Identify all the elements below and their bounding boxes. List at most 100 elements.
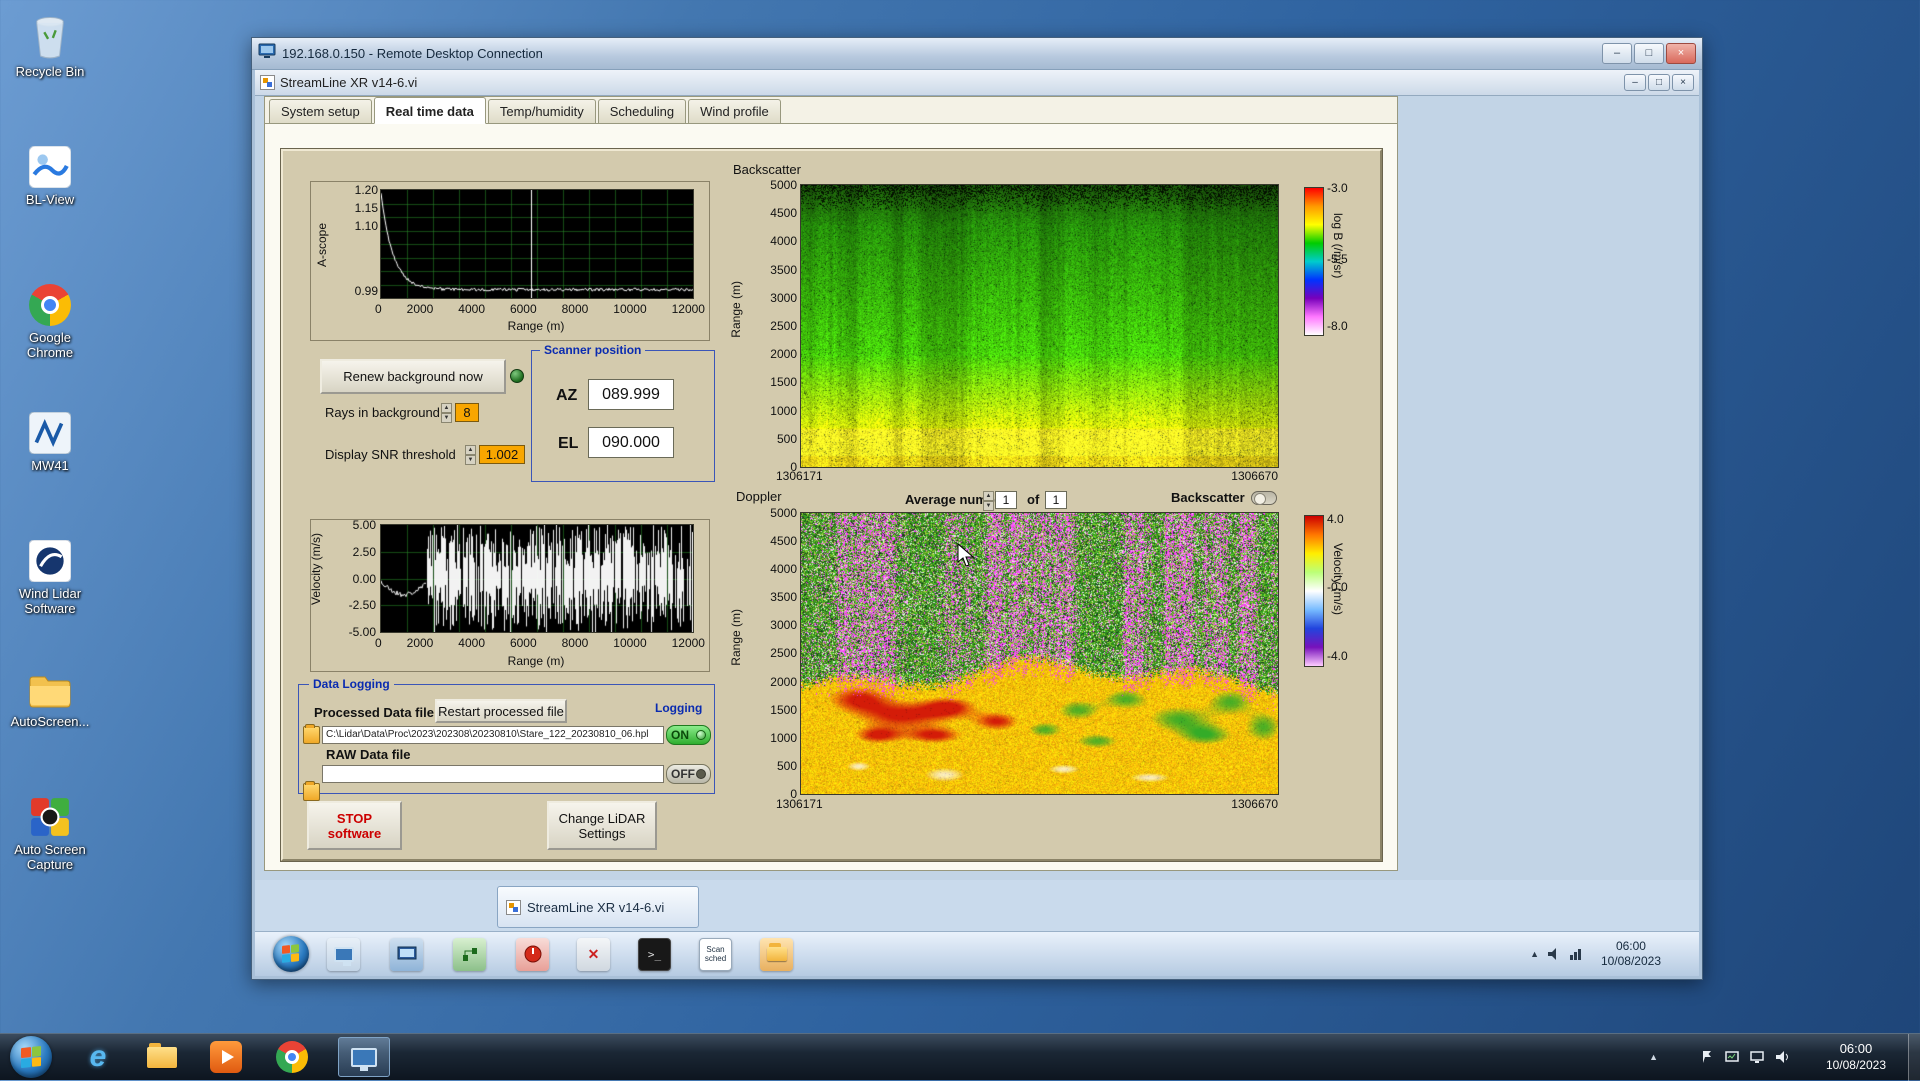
remote-computer-icon[interactable] [327, 938, 360, 971]
on-label: ON [671, 728, 689, 742]
desktop-icon-autoscreen[interactable]: AutoScreen... [8, 660, 92, 729]
tick-label: 4500 [770, 534, 797, 548]
app-minimize-button[interactable]: – [1624, 74, 1646, 91]
rdp-maximize-button[interactable]: □ [1634, 43, 1664, 64]
colorbar-tick: 4.0 [1327, 512, 1344, 526]
average-number-stepper[interactable]: ▲▼ [983, 491, 994, 509]
restart-processed-file-button[interactable]: Restart processed file [435, 699, 567, 723]
logging-label: Logging [651, 701, 706, 716]
tick-label: 8000 [562, 636, 589, 650]
tick-label: 2500 [770, 319, 797, 333]
chrome-taskbar-icon[interactable] [272, 1037, 312, 1077]
remote-files-icon[interactable] [760, 938, 793, 971]
vi-file-icon [260, 75, 275, 90]
snr-threshold-label: Display SNR threshold [325, 447, 456, 462]
remote-start-button[interactable] [273, 936, 309, 972]
rdp-close-button[interactable]: × [1666, 43, 1696, 64]
tick-label: 6000 [510, 636, 537, 650]
backscatter-ylabel: Range (m) [729, 281, 743, 338]
snr-value-field[interactable]: 1.002 [479, 445, 525, 464]
app-titlebar: StreamLine XR v14-6.vi – □ × [255, 70, 1699, 96]
tab-temp-humidity[interactable]: Temp/humidity [488, 99, 596, 123]
remote-session: StreamLine XR v14-6.vi – □ × System setu… [255, 70, 1699, 976]
backscatter-toggle-label: Backscatter [1171, 490, 1245, 505]
path-browse-icon[interactable] [303, 783, 320, 801]
ascope-ytick: 1.20 [338, 183, 378, 197]
tick-label: 12000 [672, 302, 705, 316]
app-close-button[interactable]: × [1672, 74, 1694, 91]
remote-display-icon[interactable] [390, 938, 423, 971]
backscatter-colorbar [1305, 188, 1323, 335]
tab-system-setup[interactable]: System setup [269, 99, 372, 123]
action-center-flag-icon[interactable] [1699, 1049, 1715, 1065]
tray-expand-icon[interactable]: ▲ [1649, 1052, 1658, 1062]
remote-desktop-taskbar-icon[interactable] [338, 1037, 390, 1077]
doppler-x-start: 1306171 [776, 797, 823, 811]
processed-logging-toggle[interactable]: ON [666, 725, 711, 745]
rays-value-field[interactable]: 8 [455, 403, 479, 422]
remote-power-icon[interactable] [516, 938, 549, 971]
desktop-icon-wind-lidar[interactable]: Wind Lidar Software [8, 532, 92, 616]
remote-clock-time: 06:00 [1601, 939, 1661, 954]
renew-background-button[interactable]: Renew background now [320, 359, 506, 394]
desktop-icon-bl-view[interactable]: BL-View [8, 138, 92, 207]
doppler-heatmap [801, 513, 1278, 794]
tab-wind-profile[interactable]: Wind profile [688, 99, 781, 123]
raw-logging-toggle[interactable]: OFF [666, 764, 711, 784]
change-lidar-settings-button[interactable]: Change LiDAR Settings [547, 801, 657, 850]
remote-taskbar-window-button[interactable]: StreamLine XR v14-6.vi [497, 886, 699, 928]
remote-clock[interactable]: 06:00 10/08/2023 [1601, 939, 1661, 969]
remote-volume-icon[interactable] [1547, 947, 1561, 961]
remote-clock-date: 10/08/2023 [1601, 954, 1661, 969]
remote-tray-expand-icon[interactable]: ▲ [1530, 949, 1539, 959]
desktop-icon-google-chrome[interactable]: Google Chrome [8, 276, 92, 360]
average-of-label: of [1027, 492, 1039, 507]
taskmgr-icon[interactable] [1724, 1049, 1740, 1065]
el-value-field[interactable]: 090.000 [588, 427, 674, 458]
remote-scan-sched-icon[interactable]: Scan sched [699, 938, 732, 971]
az-value-field[interactable]: 089.999 [588, 379, 674, 410]
path-browse-icon[interactable] [303, 726, 320, 744]
tick-label: 12000 [672, 636, 705, 650]
tick-label: 6000 [510, 302, 537, 316]
tick-label: 2000 [407, 636, 434, 650]
start-button[interactable] [10, 1036, 52, 1078]
app-maximize-button[interactable]: □ [1648, 74, 1670, 91]
remote-terminal-icon[interactable]: >_ [638, 938, 671, 971]
tick-label: 0.00 [353, 572, 376, 586]
internet-explorer-icon[interactable]: e [78, 1037, 118, 1077]
tick-label: 4000 [770, 562, 797, 576]
doppler-colorbar-label: Velocity (m/s) [1331, 543, 1345, 615]
desktop-icon-auto-screen-capture[interactable]: Auto Screen Capture [8, 788, 92, 872]
remote-network-tray-icon[interactable] [1569, 947, 1583, 961]
tick-label: 1500 [770, 703, 797, 717]
tab-real-time-data[interactable]: Real time data [374, 97, 486, 124]
file-explorer-icon[interactable] [142, 1037, 182, 1077]
average-of-field[interactable]: 1 [1045, 491, 1067, 509]
average-number-field[interactable]: 1 [995, 491, 1017, 509]
tick-label: 2000 [407, 302, 434, 316]
remote-network-icon[interactable] [453, 938, 486, 971]
network-tray-icon[interactable] [1749, 1049, 1765, 1065]
media-player-icon[interactable] [206, 1037, 246, 1077]
rays-stepper[interactable]: ▲▼ [441, 403, 452, 422]
volume-tray-icon[interactable] [1774, 1049, 1790, 1065]
backscatter-x-end: 1306670 [1223, 469, 1278, 483]
desktop-icon-recycle-bin[interactable]: Recycle Bin [8, 10, 92, 79]
host-clock[interactable]: 06:00 10/08/2023 [1826, 1041, 1886, 1073]
rdp-window: 192.168.0.150 - Remote Desktop Connectio… [251, 37, 1703, 980]
tab-scheduling[interactable]: Scheduling [598, 99, 686, 123]
snr-stepper[interactable]: ▲▼ [465, 445, 476, 464]
tick-label: 5000 [770, 506, 797, 520]
stop-software-button[interactable]: STOP software [307, 801, 402, 850]
processed-path-field[interactable]: C:\Lidar\Data\Proc\2023\202308\20230810\… [322, 726, 664, 744]
show-desktop-button[interactable] [1908, 1034, 1920, 1081]
desktop-icon-mw41[interactable]: MW41 [8, 404, 92, 473]
tick-label: 3000 [770, 291, 797, 305]
rdp-minimize-button[interactable]: – [1602, 43, 1632, 64]
tick-label: 2000 [770, 347, 797, 361]
doppler-yticks: 5000450040003500300025002000150010005000 [745, 506, 797, 801]
backscatter-doppler-toggle[interactable] [1251, 491, 1277, 505]
remote-close-app-icon[interactable]: ✕ [577, 938, 610, 971]
raw-path-field[interactable] [322, 765, 664, 783]
